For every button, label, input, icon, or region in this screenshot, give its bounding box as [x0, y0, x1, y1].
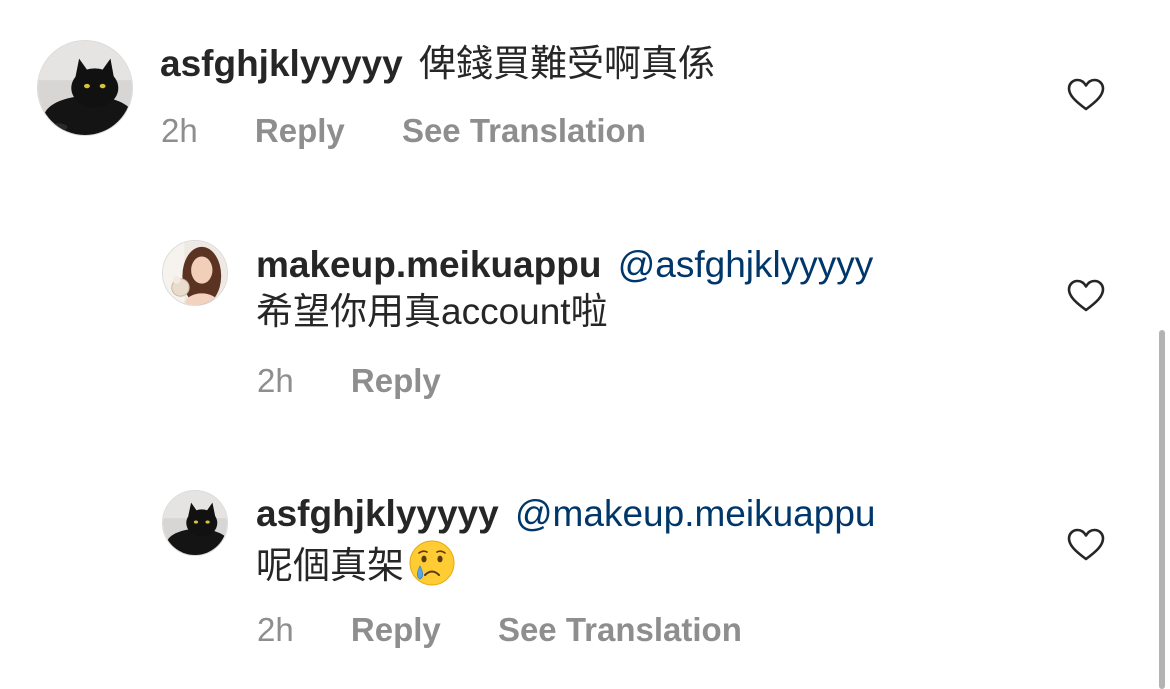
comment-3-username[interactable]: asfghjklyyyyy	[256, 493, 499, 534]
comment-2-reply-button[interactable]: Reply	[351, 361, 441, 401]
comment-2-like-button[interactable]	[1067, 279, 1105, 313]
comment-1-like-button[interactable]	[1067, 78, 1105, 112]
comment-2-text: 希望你用真account啦	[256, 291, 608, 332]
comment-1-text: 俾錢買難受啊真係	[419, 43, 715, 84]
comment-3-meta: 2h Reply See Translation	[257, 610, 742, 650]
heart-outline-icon	[1067, 528, 1105, 561]
comment-2-username[interactable]: makeup.meikuappu	[256, 244, 601, 285]
woman-avatar-icon	[163, 241, 227, 305]
comment-1-see-translation-button[interactable]: See Translation	[402, 111, 646, 151]
comments-screen: asfghjklyyyyy 俾錢買難受啊真係 2h Reply See Tran…	[0, 0, 1170, 689]
comment-3-time: 2h	[257, 611, 294, 648]
comment-3-like-button[interactable]	[1067, 528, 1105, 562]
heart-outline-icon	[1067, 279, 1105, 312]
comment-2-time: 2h	[257, 362, 294, 399]
comment-3-mention[interactable]: @makeup.meikuappu	[515, 493, 875, 534]
heart-outline-icon	[1067, 78, 1105, 111]
comment-2-meta: 2h Reply	[257, 361, 441, 401]
comment-2-line-1: makeup.meikuappu @asfghjklyyyyy	[256, 243, 873, 287]
comment-3-reply-button[interactable]: Reply	[351, 610, 441, 650]
scrollbar-thumb[interactable]	[1159, 330, 1165, 689]
comment-2-mention[interactable]: @asfghjklyyyyy	[618, 244, 874, 285]
comment-1-meta: 2h Reply See Translation	[161, 111, 646, 151]
comment-1-username[interactable]: asfghjklyyyyy	[160, 43, 403, 84]
black-cat-avatar-icon	[38, 41, 132, 135]
comment-3-see-translation-button[interactable]: See Translation	[498, 610, 742, 650]
black-cat-avatar-icon	[163, 491, 227, 555]
comment-1-reply-button[interactable]: Reply	[255, 111, 345, 151]
crying-face-emoji-icon	[408, 539, 456, 587]
comment-3-line-1: asfghjklyyyyy @makeup.meikuappu	[256, 492, 875, 536]
comment-2-line-2: 希望你用真account啦	[256, 290, 608, 334]
avatar-asfghjklyyyyy-reply[interactable]	[162, 490, 228, 556]
avatar-asfghjklyyyyy[interactable]	[37, 40, 133, 136]
comment-1-time: 2h	[161, 112, 198, 149]
comment-1-body: asfghjklyyyyy 俾錢買難受啊真係	[160, 42, 715, 86]
avatar-makeup-meikuappu[interactable]	[162, 240, 228, 306]
comment-3-text: 呢個真架	[256, 545, 404, 586]
scrollbar[interactable]	[1154, 0, 1170, 689]
comment-3-line-2: 呢個真架	[256, 539, 456, 588]
